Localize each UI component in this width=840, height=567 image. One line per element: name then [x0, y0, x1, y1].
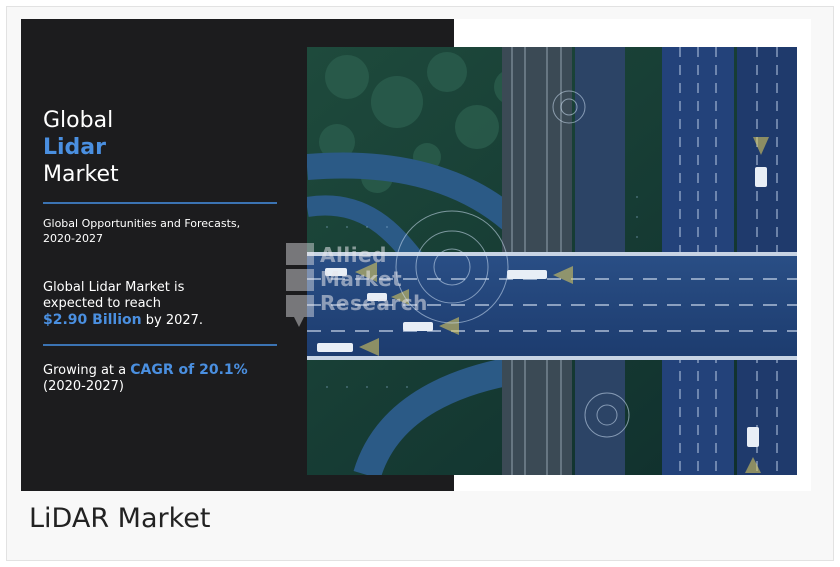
stat1-line1: Global Lidar Market is	[43, 280, 185, 295]
stat1-line2: expected to reach	[43, 296, 161, 311]
stat2-prefix: Growing at a	[43, 363, 131, 378]
divider	[43, 202, 277, 204]
subtitle-line2: 2020-2027	[43, 232, 103, 245]
subtitle-line1: Global Opportunities and Forecasts,	[43, 217, 241, 230]
divider	[43, 344, 277, 346]
allied-market-research-watermark: Allied Market Research	[284, 237, 474, 329]
watermark-market: Market	[320, 267, 403, 291]
stat1-value: $2.90 Billion	[43, 312, 142, 328]
title-lidar: Lidar	[43, 135, 107, 160]
stat2-value: CAGR of 20.1%	[130, 362, 248, 378]
figure-caption: LiDAR Market	[29, 503, 211, 534]
figure-frame: Global Lidar Market Global Opportunities…	[6, 6, 834, 561]
lidar-market-infographic: Global Lidar Market Global Opportunities…	[21, 19, 811, 491]
amr-logo-icon	[286, 243, 314, 327]
stat1-line3: $2.90 Billion by 2027.	[43, 312, 279, 329]
stat2-line2: (2020-2027)	[43, 379, 125, 394]
watermark-allied: Allied	[320, 243, 387, 267]
title-market: Market	[43, 162, 119, 187]
watermark-research: Research	[320, 291, 428, 315]
stat2-line1: Growing at a CAGR of 20.1%	[43, 362, 279, 379]
info-text-column: Global Lidar Market Global Opportunities…	[43, 107, 279, 395]
title-global: Global	[43, 108, 114, 133]
stat1-suffix: by 2027.	[141, 313, 204, 328]
